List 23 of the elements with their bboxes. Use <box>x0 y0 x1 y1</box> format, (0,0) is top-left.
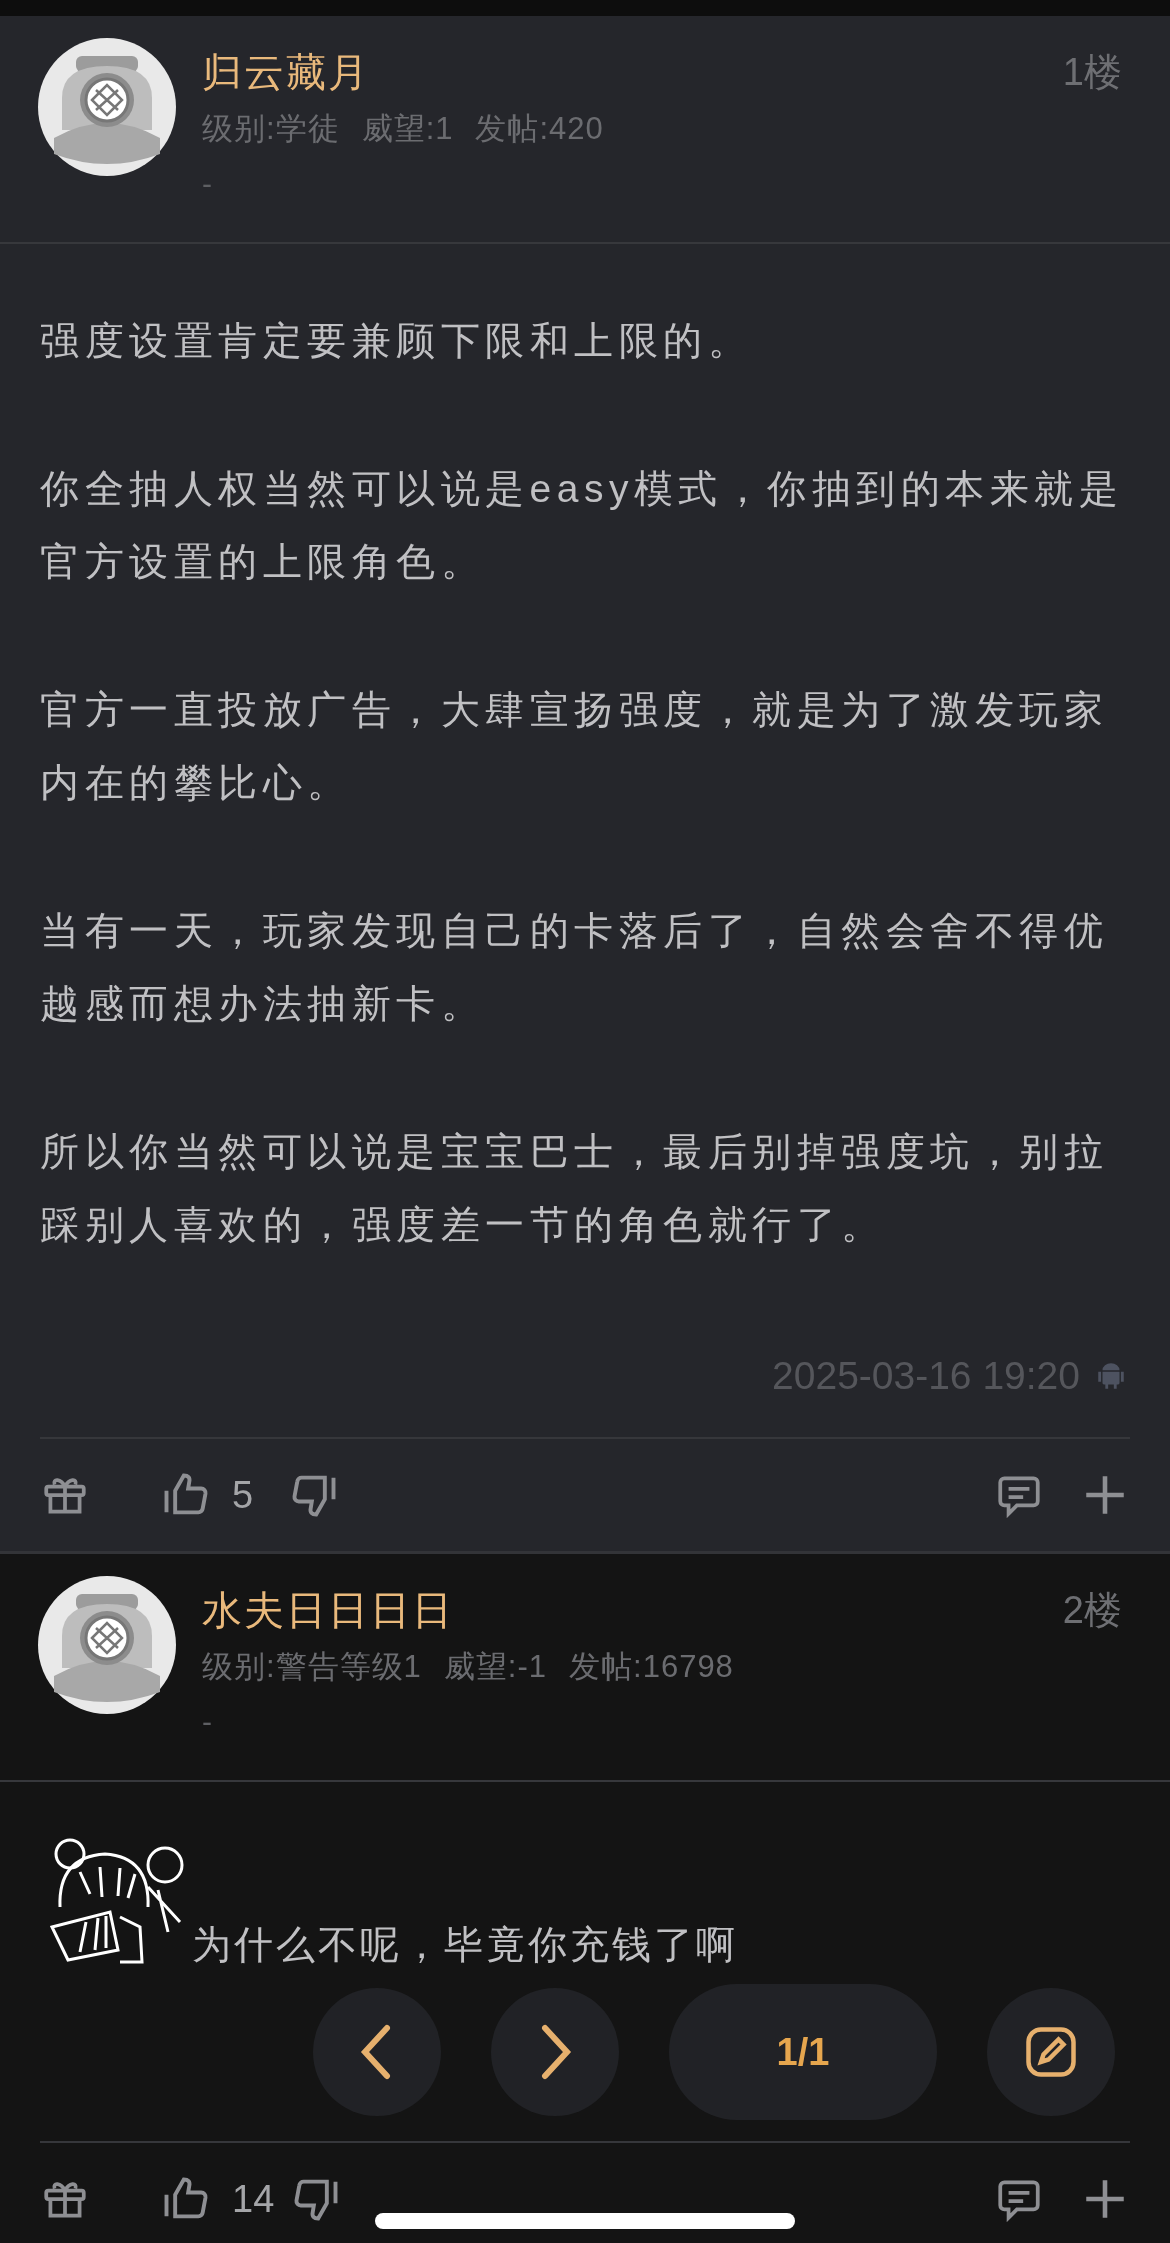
author-name[interactable]: 水夫日日日日 <box>202 1582 1063 1638</box>
user-stat: 威望:1 <box>361 110 454 148</box>
like-count: 14 <box>232 2176 275 2222</box>
user-stat: 发帖:16798 <box>569 1648 734 1686</box>
post-paragraph: 强度设置肯定要兼顾下限和上限的。 <box>40 318 753 364</box>
like-count: 5 <box>232 1472 255 1518</box>
page-indicator[interactable]: 1/1 <box>669 1984 937 2120</box>
reply-text: 为什么不呢，毕竟你充钱了啊 <box>192 1922 738 1968</box>
signature: - <box>202 166 213 202</box>
floor-number: 2楼 <box>1062 1588 1122 1633</box>
post-paragraph: 官方一直投放广告，大肆宣扬强度，就是为了激发玩家内在的攀比心。 <box>40 687 1109 806</box>
diving-helmet-icon <box>38 1576 176 1714</box>
user-stat: 级别:警告等级1 <box>202 1648 422 1686</box>
post-paragraph: 当有一天，玩家发现自己的卡落后了，自然会舍不得优越感而想办法抽新卡。 <box>40 908 1109 1027</box>
author-name[interactable]: 归云藏月 <box>202 44 1063 100</box>
diving-helmet-icon <box>38 38 176 176</box>
user-stat: 级别:学徒 <box>202 110 340 148</box>
post-paragraph: 你全抽人权当然可以说是easy模式，你抽到的本来就是官方设置的上限角色。 <box>40 466 1125 585</box>
user-stat: 威望:-1 <box>443 1648 548 1686</box>
floor-number: 1楼 <box>1062 50 1122 95</box>
signature: - <box>202 1704 213 1740</box>
post-paragraph: 所以你当然可以说是宝宝巴士，最后别掉强度坑，别拉踩别人喜欢的，强度差一节的角色就行了。 <box>40 1129 1109 1248</box>
user-stat: 发帖:420 <box>475 110 604 148</box>
